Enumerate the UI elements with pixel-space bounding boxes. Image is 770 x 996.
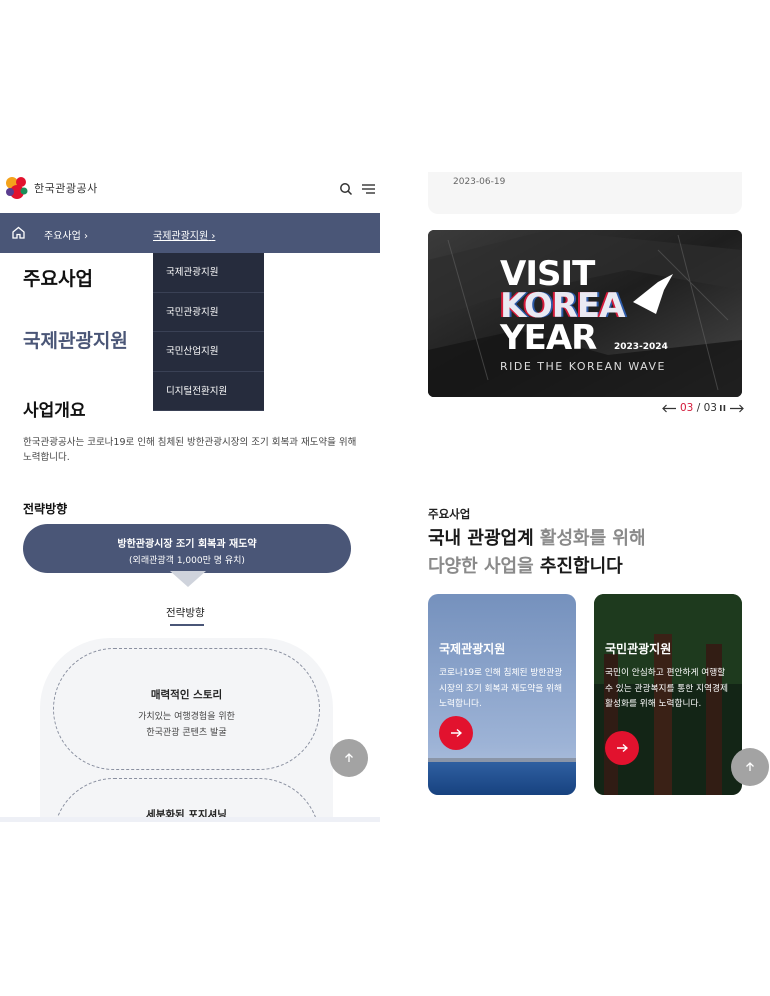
program-card-international[interactable]: 국제관광지원 코로나19로 인해 침체된 방한관광시장의 조기 회복과 재도약을… xyxy=(428,594,576,795)
breadcrumb-level1[interactable]: 주요사업 › xyxy=(44,227,88,242)
home-icon[interactable] xyxy=(11,225,26,240)
arrow-right-icon[interactable] xyxy=(729,404,744,413)
submenu-dropdown: 국제관광지원 국민관광지원 국민산업지원 디지털전환지원 xyxy=(153,253,264,411)
arrow-right-icon xyxy=(617,743,628,753)
arrow-left-icon[interactable] xyxy=(662,404,677,413)
chevron-right-icon: › xyxy=(211,231,216,242)
submenu-item[interactable]: 디지털전환지원 xyxy=(153,372,264,411)
headline-line1: 국내 관광업계 활성화를 위해 xyxy=(428,528,646,549)
slider-pager: 03 / 03 xyxy=(662,402,744,414)
arrow-up-icon xyxy=(746,762,754,771)
scroll-top-button[interactable] xyxy=(731,748,769,786)
left-panel-bottom-edge xyxy=(0,817,380,822)
strategy-card: 매력적인 스토리 가치있는 여행경험을 위한 한국관광 콘텐츠 발굴 xyxy=(53,648,320,770)
goal-pointer xyxy=(170,571,206,587)
submenu-item[interactable]: 국제관광지원 xyxy=(153,253,264,293)
banner-tagline: RIDE THE KOREAN WAVE xyxy=(500,360,666,373)
breadcrumb-level2[interactable]: 국제관광지원 › xyxy=(153,227,215,242)
strategy-card-text: 가치있는 여행경험을 위한 xyxy=(138,712,235,722)
program-description: 코로나19로 인해 침체된 방한관광시장의 조기 회복과 재도약을 위해 노력합… xyxy=(439,668,563,709)
program-link-button[interactable] xyxy=(439,716,473,750)
strategy-card-text: 한국관광 콘텐츠 발굴 xyxy=(146,728,227,738)
left-panel: 한국관광공사 주요사업 › 국제관광지원 › 국제관광지원 국민관광지원 국민산… xyxy=(0,158,380,822)
program-title: 국제관광지원 xyxy=(439,642,506,656)
headline-line2: 다양한 사업을 추진합니다 xyxy=(428,556,623,577)
pause-icon[interactable] xyxy=(719,404,726,412)
program-title: 국민관광지원 xyxy=(605,642,672,656)
site-logo[interactable]: 한국관광공사 xyxy=(4,174,98,202)
chevron-right-icon: › xyxy=(84,231,88,242)
page-title: 주요사업 xyxy=(23,268,93,290)
submenu-item[interactable]: 국민관광지원 xyxy=(153,293,264,332)
banner-year-text: YEAR xyxy=(500,318,597,358)
strategy-heading: 전략방향 xyxy=(23,502,68,516)
pager-current: 03 xyxy=(680,402,694,414)
strategy-card-title: 매력적인 스토리 xyxy=(150,689,223,701)
news-card[interactable]: 2023-06-19 xyxy=(428,172,742,214)
strategy-card: 세분화된 포지셔닝 xyxy=(53,778,320,822)
promo-banner[interactable]: VISIT KOREA YEAR 2023-2024 RIDE THE KORE… xyxy=(428,230,742,397)
right-panel: 2023-06-19 VISIT KOREA YEAR 2023-2024 RI… xyxy=(428,172,744,812)
breadcrumb-bar: 주요사업 › 국제관광지원 › xyxy=(0,213,380,253)
arrow-up-icon xyxy=(345,753,353,762)
logo-icon xyxy=(6,177,28,199)
submenu-item[interactable]: 국민산업지원 xyxy=(153,332,264,372)
search-icon[interactable] xyxy=(339,182,353,196)
program-description: 국민이 안심하고 편안하게 여행할 수 있는 관광복지를 통한 지역경제 활성화… xyxy=(605,668,728,709)
goal-line2: (외래관광객 1,000만 명 유치) xyxy=(129,556,245,566)
section-label: 주요사업 xyxy=(428,507,471,521)
scroll-top-button[interactable] xyxy=(330,739,368,777)
program-link-button[interactable] xyxy=(605,731,639,765)
section-description: 한국관광공사는 코로나19로 인해 침체된 방한관광시장의 조기 회복과 재도약… xyxy=(23,437,357,463)
logo-text: 한국관광공사 xyxy=(34,182,98,195)
goal-banner: 방한관광시장 조기 회복과 재도약 (외래관광객 1,000만 명 유치) xyxy=(23,524,351,573)
menu-icon[interactable] xyxy=(361,183,376,195)
banner-years: 2023-2024 xyxy=(614,342,668,352)
tab-strategy[interactable]: 전략방향 xyxy=(166,605,205,620)
page-subtitle: 국제관광지원 xyxy=(23,330,128,352)
tab-underline xyxy=(170,624,204,626)
section-title: 사업개요 xyxy=(23,401,86,421)
pager-total: 03 xyxy=(703,402,717,414)
arrow-right-icon xyxy=(451,728,462,738)
program-card-domestic[interactable]: 국민관광지원 국민이 안심하고 편안하게 여행할 수 있는 관광복지를 통한 지… xyxy=(594,594,742,795)
goal-line1: 방한관광시장 조기 회복과 재도약 xyxy=(117,539,257,550)
news-date: 2023-06-19 xyxy=(453,177,506,187)
